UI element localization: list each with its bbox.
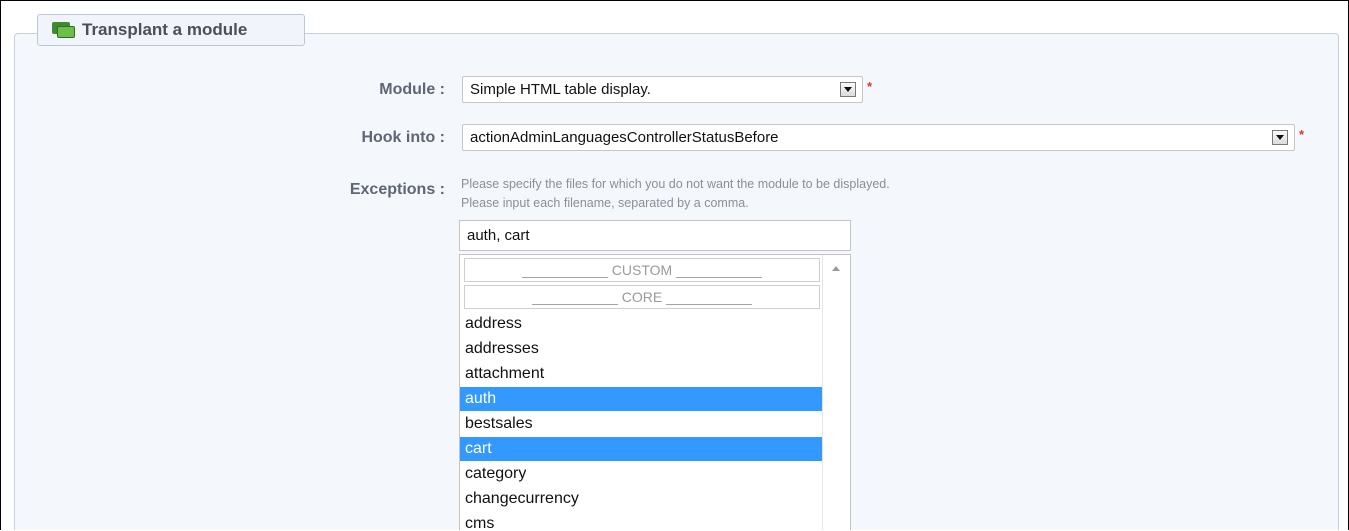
listbox-option[interactable]: bestsales (460, 412, 822, 436)
listbox-option[interactable]: cart (460, 437, 822, 461)
module-select-value: Simple HTML table display. (470, 81, 651, 98)
hook-select[interactable]: actionAdminLanguagesControllerStatusBefo… (462, 124, 1295, 151)
exceptions-listbox[interactable]: ___________ CUSTOM ___________ _________… (459, 254, 851, 530)
listbox-option[interactable]: changecurrency (460, 487, 822, 511)
optgroup-core: ___________ CORE ___________ (464, 285, 820, 309)
module-select[interactable]: Simple HTML table display. (462, 76, 863, 103)
exceptions-label: Exceptions : (349, 181, 445, 198)
listbox-option[interactable]: cms (460, 512, 822, 530)
listbox-scrollbar[interactable] (822, 255, 850, 530)
exceptions-input[interactable]: auth, cart (459, 220, 851, 251)
hook-required-marker: * (1299, 127, 1305, 142)
module-label: Module : (379, 81, 445, 98)
exceptions-help-2: Please input each filename, separated by… (461, 196, 749, 210)
module-required-marker: * (867, 79, 873, 94)
listbox-option[interactable]: auth (460, 387, 822, 411)
panel-legend: Transplant a module (37, 14, 305, 46)
scroll-up-icon[interactable] (832, 266, 840, 271)
chevron-down-icon[interactable] (1272, 130, 1288, 145)
hook-select-value: actionAdminLanguagesControllerStatusBefo… (470, 129, 779, 146)
listbox-option[interactable]: address (460, 312, 822, 336)
frame: Transplant a module Module : Simple HTML… (0, 0, 1349, 530)
listbox-option[interactable]: category (460, 462, 822, 486)
listbox-option[interactable]: attachment (460, 362, 822, 386)
modules-icon (52, 22, 76, 38)
panel-title: Transplant a module (82, 20, 248, 39)
exceptions-input-value: auth, cart (467, 227, 530, 244)
exceptions-help-1: Please specify the files for which you d… (461, 177, 890, 191)
optgroup-custom: ___________ CUSTOM ___________ (464, 258, 820, 282)
listbox-option[interactable]: addresses (460, 337, 822, 361)
hook-label: Hook into : (361, 129, 445, 146)
chevron-down-icon[interactable] (840, 82, 856, 97)
